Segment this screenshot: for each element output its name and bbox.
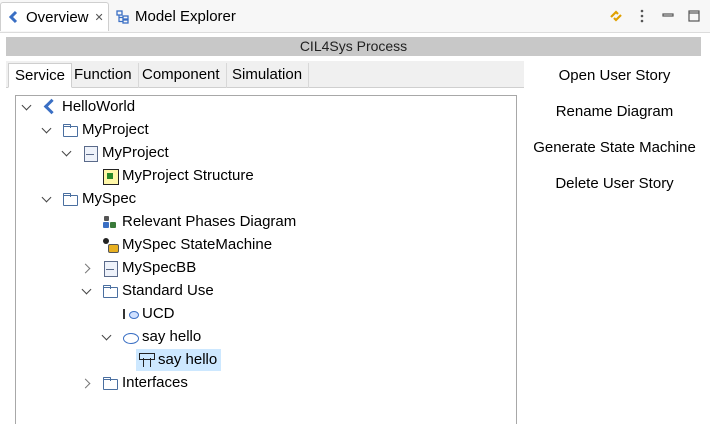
tree-item-myproject-structure[interactable]: MyProject Structure [82, 165, 254, 187]
tree-item-myspec[interactable]: MySpec [42, 188, 136, 210]
phases-diagram-icon [102, 214, 118, 230]
chevron-down-icon[interactable] [102, 332, 112, 342]
tree-item-label: MySpec StateMachine [122, 236, 273, 253]
generate-state-machine-button[interactable]: Generate State Machine [527, 136, 702, 160]
tree-item-helloworld[interactable]: HelloWorld [22, 96, 135, 118]
folder-icon [102, 375, 118, 391]
tab-model-explorer[interactable]: Model Explorer [110, 2, 250, 31]
tree-item-label: MyProject [82, 121, 149, 138]
inner-tab-bar: Service Function Component Simulation [6, 61, 524, 88]
folder-icon [102, 283, 118, 299]
tree-item-label: MyProject Structure [122, 167, 254, 184]
tree-item-label: MySpec [82, 190, 137, 207]
tree-item-myspecbb[interactable]: MySpecBB [82, 257, 196, 279]
folder-icon [62, 122, 78, 138]
folder-icon [62, 191, 78, 207]
tree-item-say-hello-usecase[interactable]: say hello [102, 326, 201, 348]
maximize-icon[interactable] [686, 8, 702, 24]
use-case-icon [122, 329, 139, 345]
model-icon [82, 145, 98, 162]
tree-item-label: Relevant Phases Diagram [122, 213, 297, 230]
tree-item-label: Standard Use [122, 282, 214, 299]
chevron-right-icon[interactable] [82, 378, 92, 388]
rename-diagram-button[interactable]: Rename Diagram [527, 100, 702, 124]
delete-user-story-button[interactable]: Delete User Story [527, 172, 702, 196]
chevron-down-icon[interactable] [82, 286, 92, 296]
model-icon [102, 260, 118, 277]
tree-item-say-hello-sequence[interactable]: say hello [136, 349, 222, 371]
tab-simulation[interactable]: Simulation [226, 63, 310, 88]
tree-item-label: UCD [142, 305, 175, 322]
model-explorer-icon [116, 9, 130, 24]
tree-item-label: say hello [158, 351, 218, 368]
tree-item-myproject-folder[interactable]: MyProject [42, 119, 149, 141]
sync-icon[interactable] [608, 8, 624, 24]
tree-item-statemachine[interactable]: MySpec StateMachine [82, 234, 272, 256]
overview-icon [7, 10, 21, 24]
tree-item-label: MyProject [102, 144, 169, 161]
chevron-down-icon[interactable] [22, 102, 32, 112]
minimize-icon[interactable] [660, 8, 676, 24]
tree-item-myproject-model[interactable]: MyProject [62, 142, 169, 164]
tree-item-label: say hello [142, 328, 202, 345]
helloworld-icon [42, 99, 58, 115]
tree-item-ucd[interactable]: UCD [102, 303, 175, 325]
chevron-down-icon[interactable] [42, 125, 52, 135]
tree-item-standard-use[interactable]: Standard Use [82, 280, 214, 302]
tree-item-label: MySpecBB [122, 259, 197, 276]
state-machine-icon [102, 237, 119, 253]
tab-service[interactable]: Service [8, 63, 73, 88]
tab-model-explorer-label: Model Explorer [135, 8, 236, 25]
tab-component[interactable]: Component [136, 63, 227, 88]
tree-item-interfaces[interactable]: Interfaces [82, 372, 188, 394]
chevron-down-icon[interactable] [62, 148, 72, 158]
chevron-right-icon[interactable] [82, 263, 92, 273]
tab-overview[interactable]: Overview ✕ [0, 2, 109, 31]
view-toolbar [608, 4, 702, 28]
process-title: CIL4Sys Process [6, 37, 701, 56]
service-tree[interactable]: HelloWorld MyProject MyProject MyProject… [15, 95, 517, 424]
close-icon[interactable]: ✕ [95, 11, 104, 24]
sequence-diagram-icon [138, 352, 155, 368]
tree-item-label: Interfaces [122, 374, 188, 391]
view-tab-bar: Overview ✕ Model Explorer [0, 0, 710, 33]
tab-overview-label: Overview [26, 8, 89, 26]
open-user-story-button[interactable]: Open User Story [527, 64, 702, 88]
view-menu-icon[interactable] [634, 8, 650, 24]
tree-item-label: HelloWorld [62, 98, 136, 115]
structure-diagram-icon [102, 168, 119, 185]
tree-item-relevant-phases[interactable]: Relevant Phases Diagram [82, 211, 296, 233]
use-case-diagram-icon [122, 306, 139, 322]
chevron-down-icon[interactable] [42, 194, 52, 204]
tab-function[interactable]: Function [68, 63, 139, 88]
